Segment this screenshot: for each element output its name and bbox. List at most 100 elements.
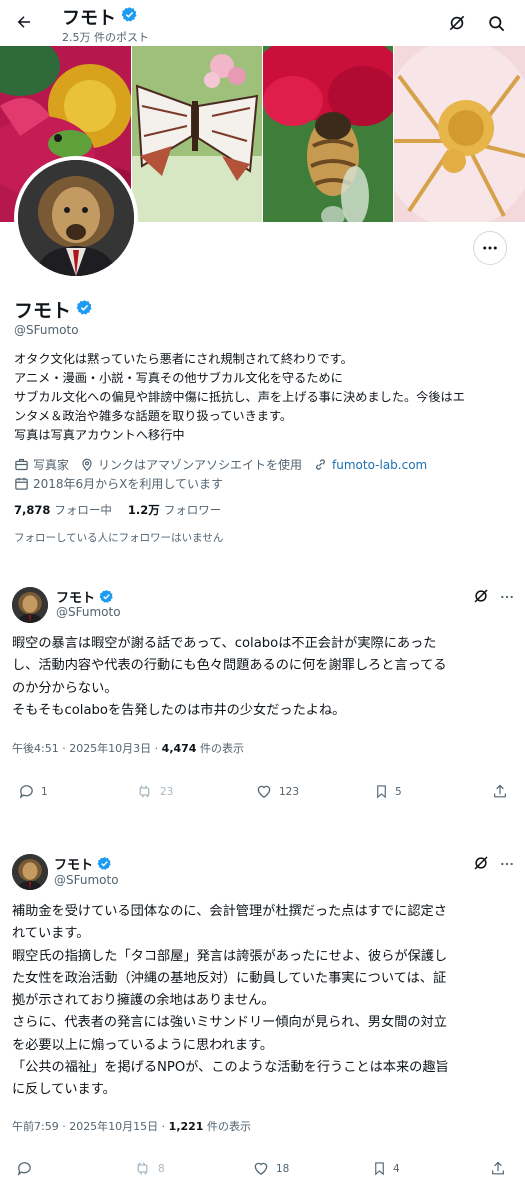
bookmark-icon [377,785,386,799]
tweet-text-line: 「公共の福祉」を掲げるNPOが、このような活動を行うことは本来の趣旨 [12,1060,449,1076]
profile-meta-row-1: 写真家 リンクはアマゾンアソシエイトを使用 fumoto-lab.com [14,456,438,473]
tweet-author-name-text: フモト [56,591,96,606]
verified-badge-icon [99,589,113,603]
tweet-text-line: 補助金を受けている団体なのに、会計管理が杜撰だった点はすでに認定さ [12,904,447,919]
profile-name-text: フモト [14,300,72,322]
briefcase-icon [15,458,28,471]
tweet-text-line: 拠が示されており擁護の余地はありません。 [12,993,275,1009]
profile-website[interactable]: fumoto-lab.com [313,457,427,472]
tweet-text-line: を必要以上に煽っているように思われます。 [12,1037,274,1053]
tweet-author-name[interactable]: フモト [56,587,114,606]
more-options-button[interactable] [473,231,507,265]
profile-avatar[interactable] [14,156,138,280]
joined-text: 2018年6月からXを利用しています [33,477,224,491]
following-count: 7,878 [14,503,51,517]
grok-icon[interactable] [472,854,492,874]
tweet[interactable]: フモト @SFumoto 暇空の暴言は暇空が謝る話であって、colaboは不正会… [0,575,525,815]
like-button[interactable]: 18 [252,1160,289,1177]
link-icon [316,459,325,470]
bookmark-count: 4 [393,1162,400,1175]
tweet-view-count: 1,221 [168,1120,204,1133]
tweet-time-text: 午後4:51 · 2025年10月3日 · [12,742,162,755]
reply-count: 1 [41,785,48,798]
bio-line: ンタメ＆政治や雑多な話題を取り扱っていきます。 [14,409,293,423]
heart-icon [254,1162,268,1175]
reply-button[interactable] [16,1160,39,1177]
repost-button[interactable]: 8 [133,1160,165,1177]
profile-handle: @SFumoto [14,323,79,337]
location-text: リンクはアマゾンアソシエイトを使用 [98,458,303,472]
repost-count: 8 [158,1162,165,1175]
category-text: 写真家 [33,458,70,472]
website-link[interactable]: fumoto-lab.com [332,458,427,472]
bookmark-button[interactable]: 4 [372,1160,400,1177]
tweet-text: 暇空の暴言は暇空が謝る話であって、colaboは不正会計が実際にあった し、活動… [12,633,517,722]
more-dots-icon [483,246,497,250]
grok-icon[interactable] [472,587,492,607]
common-followers-note: フォローしている人にフォロワーはいません [14,532,224,544]
profile-name: フモト [14,296,93,323]
tweet-author-name[interactable]: フモト [54,854,112,873]
profile-joined: 2018年6月からXを利用しています [14,475,223,492]
followers-count: 1.2万 [127,503,160,517]
tweet-more-icon[interactable] [498,854,516,874]
profile-meta-row-2: 2018年6月からXを利用しています [14,475,234,492]
grok-icon[interactable] [445,11,469,35]
banner-bee-photo [263,46,393,222]
bio-line: アニメ・漫画・小説・写真その他サブカル文化を守るために [14,371,343,385]
tweet-text-line: た女性を政治活動（沖縄の基地反対）に動員していた事実については、証 [12,970,447,986]
repost-icon [139,785,150,798]
share-button[interactable] [492,783,508,800]
following-link[interactable]: 7,878 フォロー中 [14,502,112,518]
repost-icon [137,1162,148,1175]
reply-icon [17,1162,31,1176]
repost-button[interactable]: 23 [135,783,173,800]
location-pin-icon [82,458,92,472]
tweet-view-count: 4,474 [161,742,197,755]
tweet-avatar[interactable] [12,854,48,890]
tweet-author-name-text: フモト [54,858,94,873]
top-bar: フモト 2.5万 件のポスト [0,0,525,46]
share-icon [492,1161,504,1175]
repost-count: 23 [160,785,174,798]
profile-category: 写真家 [14,456,69,473]
tweet-avatar[interactable] [12,587,48,623]
bookmark-button[interactable]: 5 [374,783,402,800]
following-label: フォロー中 [54,503,112,517]
heart-icon [257,785,271,798]
back-arrow-icon[interactable] [10,8,38,36]
verified-badge-icon [97,856,111,870]
like-count: 123 [279,785,300,798]
reply-button[interactable]: 1 [18,783,48,800]
like-button[interactable]: 123 [255,783,299,800]
tweet-text-line: し、活動内容や代表の行動にも色々問題あるのに何を謝罪しろと言ってる [12,658,447,674]
tweet-more-icon[interactable] [498,587,516,607]
share-button[interactable] [490,1160,506,1177]
header-name: フモト [62,4,138,30]
tweet-author-handle: @SFumoto [54,873,119,887]
bio-line: オタク文化は黙っていたら悪者にされ規制されて終わりです。 [14,352,353,366]
tweet-timestamp[interactable]: 午前7:59 · 2025年10月15日 · 1,221 件の表示 [12,1118,251,1134]
tweet-text: 補助金を受けている団体なのに、会計管理が杜撰だった点はすでに認定さ れています。… [12,901,517,1102]
tweet-text-line: に反しています。 [12,1082,116,1098]
tweet-text-line: さらに、代表者の発言には強いミサンドリー傾向が見られ、男女間の対立 [12,1015,447,1031]
follow-counts: 7,878 フォロー中 1.2万 フォロワー [14,502,221,518]
reply-icon [19,785,33,799]
tweet-text-line: そもそもcolaboを告発したのは市井の少女だったよね。 [12,702,346,718]
followers-link[interactable]: 1.2万 フォロワー [128,502,221,518]
share-icon [494,784,506,798]
header-name-text: フモト [62,8,116,29]
tweet-text-line: 暇空の暴言は暇空が謝る話であって、colaboは不正会計が実際にあった [12,636,437,651]
tweet-text-line: のか分からない。 [12,680,118,696]
tweet[interactable]: フモト @SFumoto 補助金を受けている団体なのに、会計管理が杜撰だった点は… [0,840,525,1200]
search-icon[interactable] [484,11,508,35]
bookmark-icon [375,1162,384,1176]
tweet-view-suffix: 件の表示 [196,742,244,755]
tweet-text-line: 暇空氏の指摘した「タコ部屋」発言は誇張があったにせよ、彼らが保護し [12,948,448,964]
bookmark-count: 5 [395,785,402,798]
profile-bio: オタク文化は黙っていたら悪者にされ規制されて終わりです。 アニメ・漫画・小説・写… [14,350,514,445]
profile-location: リンクはアマゾンアソシエイトを使用 [80,456,302,473]
tweet-timestamp[interactable]: 午後4:51 · 2025年10月3日 · 4,474 件の表示 [12,740,244,756]
like-count: 18 [276,1162,290,1175]
bio-line: 写真は写真アカウントへ移行中 [14,428,185,442]
